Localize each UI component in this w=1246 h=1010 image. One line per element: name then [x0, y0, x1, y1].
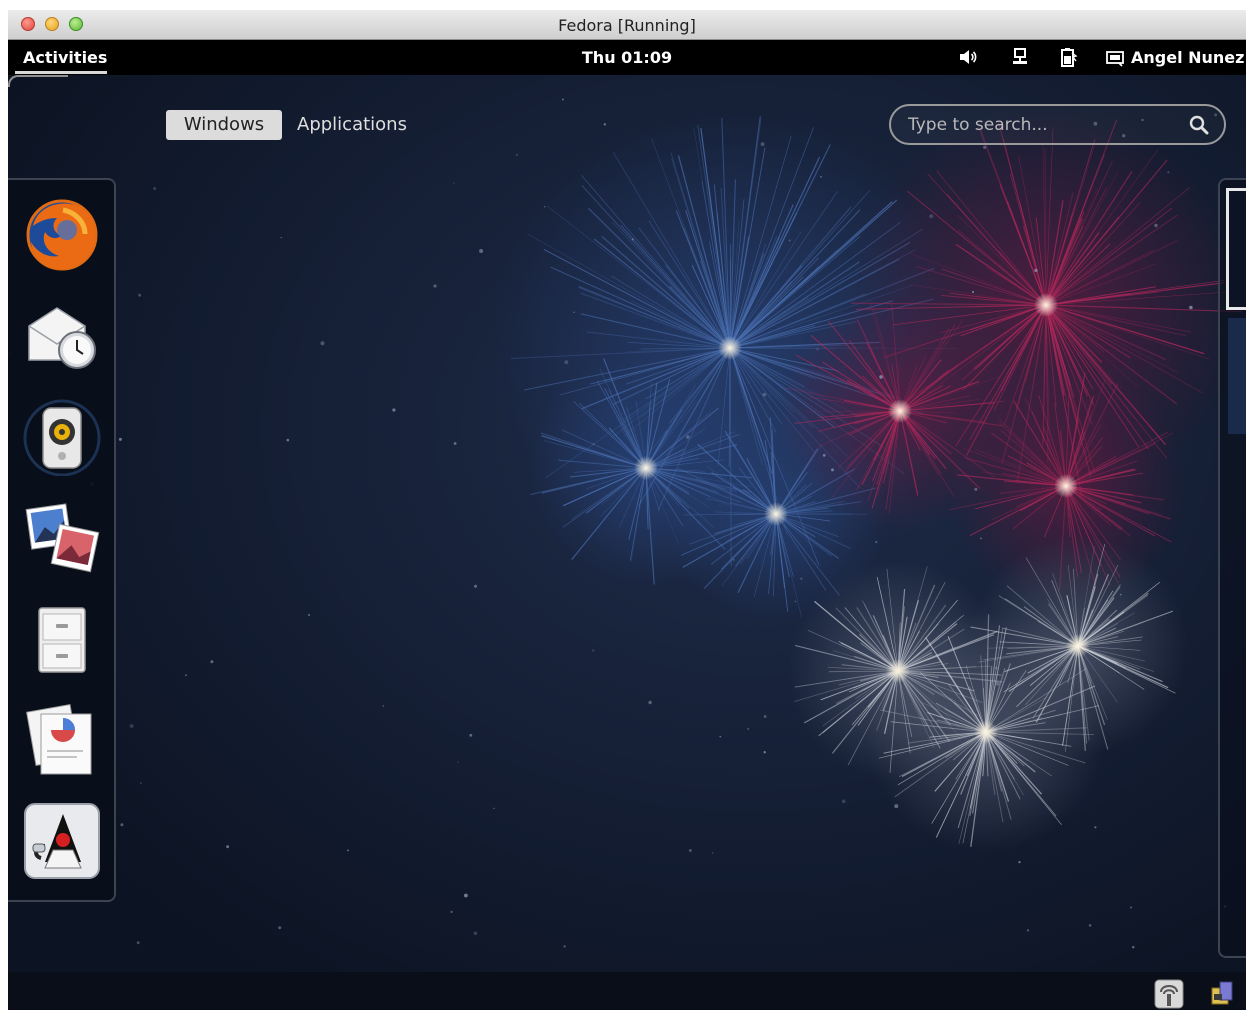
network-icon[interactable]: [1010, 47, 1030, 67]
tab-applications[interactable]: Applications: [297, 110, 407, 140]
activities-indicator: [15, 71, 107, 74]
rhythmbox-icon[interactable]: [23, 398, 101, 476]
search-input[interactable]: [889, 104, 1226, 145]
dash: [8, 178, 116, 902]
evolution-mail-icon[interactable]: [23, 296, 101, 374]
window-title: Fedora [Running]: [558, 16, 696, 35]
workspace-thumbnail-2[interactable]: [1228, 318, 1246, 434]
overview-frame-corner: [8, 75, 68, 87]
battery-icon[interactable]: [1058, 47, 1078, 67]
search-icon: [1189, 115, 1209, 135]
host-window-titlebar: Fedora [Running]: [8, 10, 1246, 40]
fireworks-wallpaper: [8, 40, 1246, 1010]
file-manager-icon[interactable]: [23, 600, 101, 678]
user-status-icon[interactable]: [1106, 49, 1126, 69]
workspace-thumbnail-1[interactable]: [1226, 188, 1246, 310]
guest-screen: Activities Thu 01:09 Angel Nunez Windows…: [8, 40, 1246, 1010]
tab-windows[interactable]: Windows: [166, 110, 282, 140]
shotwell-photos-icon[interactable]: [23, 498, 101, 576]
user-menu[interactable]: Angel Nunez: [1131, 48, 1244, 67]
volume-icon[interactable]: [958, 47, 978, 67]
message-tray: [8, 972, 1246, 1010]
accessibility-icon[interactable]: [1153, 978, 1185, 1010]
java-duke-icon[interactable]: [23, 802, 101, 880]
top-panel: Activities Thu 01:09 Angel Nunez: [8, 40, 1246, 75]
vbox-status-icon[interactable]: [1208, 980, 1236, 1008]
firefox-icon[interactable]: [23, 196, 101, 274]
office-document-icon[interactable]: [23, 700, 101, 778]
